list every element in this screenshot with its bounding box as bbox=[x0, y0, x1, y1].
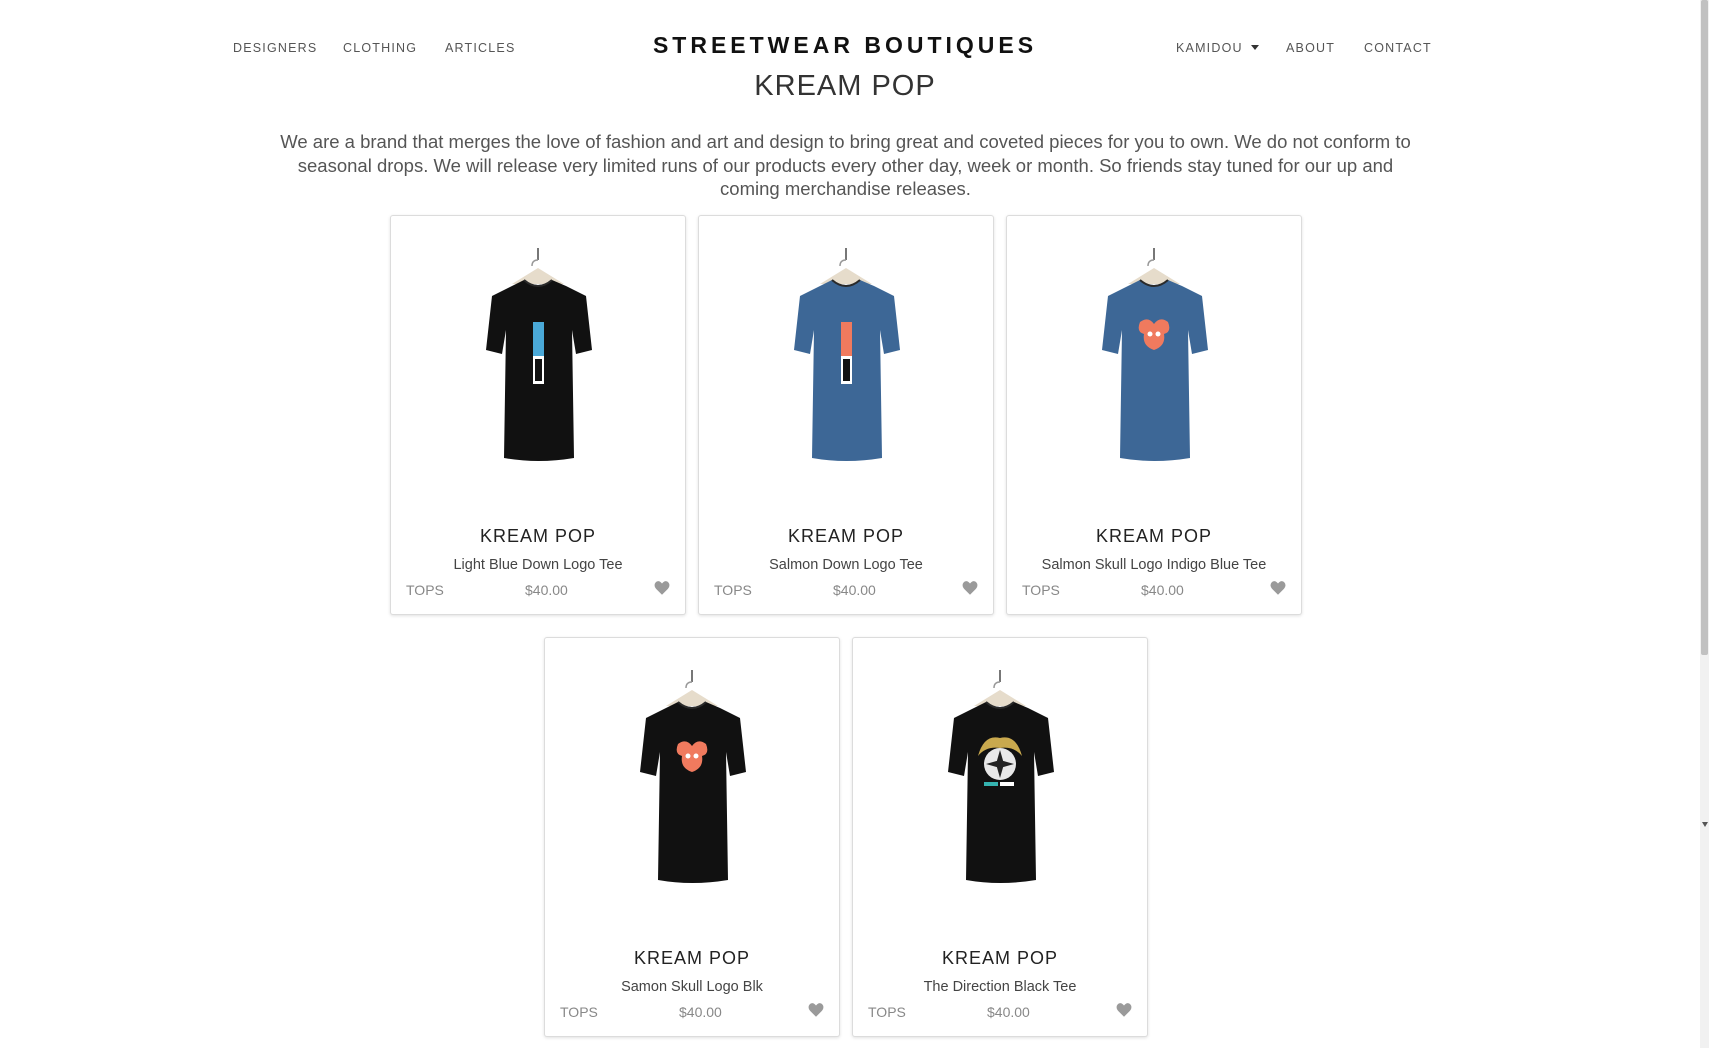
caret-down-icon bbox=[1250, 45, 1259, 51]
product-card[interactable]: KREAM POP Samon Skull Logo Blk TOPS $40.… bbox=[544, 637, 840, 1037]
user-menu[interactable]: KAMIDOU bbox=[1176, 41, 1259, 55]
product-image[interactable] bbox=[772, 242, 922, 477]
product-price: $40.00 bbox=[525, 582, 568, 598]
product-price: $40.00 bbox=[833, 582, 876, 598]
vertical-logo-print bbox=[841, 322, 852, 384]
nav-contact[interactable]: CONTACT bbox=[1364, 41, 1432, 55]
site-brand-logo[interactable]: STREETWEAR BOUTIQUES bbox=[0, 32, 1690, 59]
product-card[interactable]: KREAM POP Salmon Skull Logo Indigo Blue … bbox=[1006, 215, 1302, 615]
heart-icon[interactable] bbox=[807, 1001, 825, 1019]
tshirt-image bbox=[640, 670, 746, 883]
product-card[interactable]: KREAM POP Salmon Down Logo Tee TOPS $40.… bbox=[698, 215, 994, 615]
product-category: TOPS bbox=[714, 582, 752, 598]
heart-icon[interactable] bbox=[1115, 1001, 1133, 1019]
heart-icon[interactable] bbox=[1269, 579, 1287, 597]
product-price: $40.00 bbox=[987, 1004, 1030, 1020]
product-name[interactable]: Salmon Skull Logo Indigo Blue Tee bbox=[1007, 557, 1301, 573]
product-category: TOPS bbox=[868, 1004, 906, 1020]
product-image[interactable] bbox=[464, 242, 614, 477]
tshirt-image bbox=[948, 670, 1054, 883]
brand-description: We are a brand that merges the love of f… bbox=[280, 131, 1411, 199]
user-menu-label: KAMIDOU bbox=[1176, 41, 1243, 55]
vertical-logo-print bbox=[533, 322, 544, 384]
product-name[interactable]: Samon Skull Logo Blk bbox=[545, 979, 839, 995]
heart-icon[interactable] bbox=[653, 579, 671, 597]
product-name[interactable]: The Direction Black Tee bbox=[853, 979, 1147, 995]
product-brand: KREAM POP bbox=[787, 526, 905, 546]
product-card[interactable]: KREAM POP Light Blue Down Logo Tee TOPS … bbox=[390, 215, 686, 615]
product-brand: KREAM POP bbox=[1095, 526, 1213, 546]
product-card[interactable]: KREAM POP The Direction Black Tee TOPS $… bbox=[852, 637, 1148, 1037]
product-name[interactable]: Light Blue Down Logo Tee bbox=[391, 557, 685, 573]
nav-about[interactable]: ABOUT bbox=[1286, 41, 1335, 55]
product-brand: KREAM POP bbox=[479, 526, 597, 546]
product-category: TOPS bbox=[560, 1004, 598, 1020]
scrollbar-thumb[interactable] bbox=[1701, 0, 1708, 655]
tshirt-image bbox=[794, 248, 900, 461]
scrollbar[interactable] bbox=[1700, 0, 1709, 1048]
page-title: KREAM POP bbox=[754, 70, 936, 102]
product-brand: KREAM POP bbox=[633, 948, 751, 968]
product-price: $40.00 bbox=[1141, 582, 1184, 598]
product-image[interactable] bbox=[1080, 242, 1230, 477]
product-price: $40.00 bbox=[679, 1004, 722, 1020]
product-brand: KREAM POP bbox=[941, 948, 1059, 968]
tshirt-image bbox=[1102, 248, 1208, 461]
product-name[interactable]: Salmon Down Logo Tee bbox=[699, 557, 993, 573]
product-image[interactable] bbox=[926, 664, 1076, 899]
heart-icon[interactable] bbox=[961, 579, 979, 597]
tshirt-image bbox=[486, 248, 592, 461]
product-category: TOPS bbox=[1022, 582, 1060, 598]
product-category: TOPS bbox=[406, 582, 444, 598]
scroll-down-arrow-icon[interactable] bbox=[1702, 822, 1708, 827]
product-image[interactable] bbox=[618, 664, 768, 899]
